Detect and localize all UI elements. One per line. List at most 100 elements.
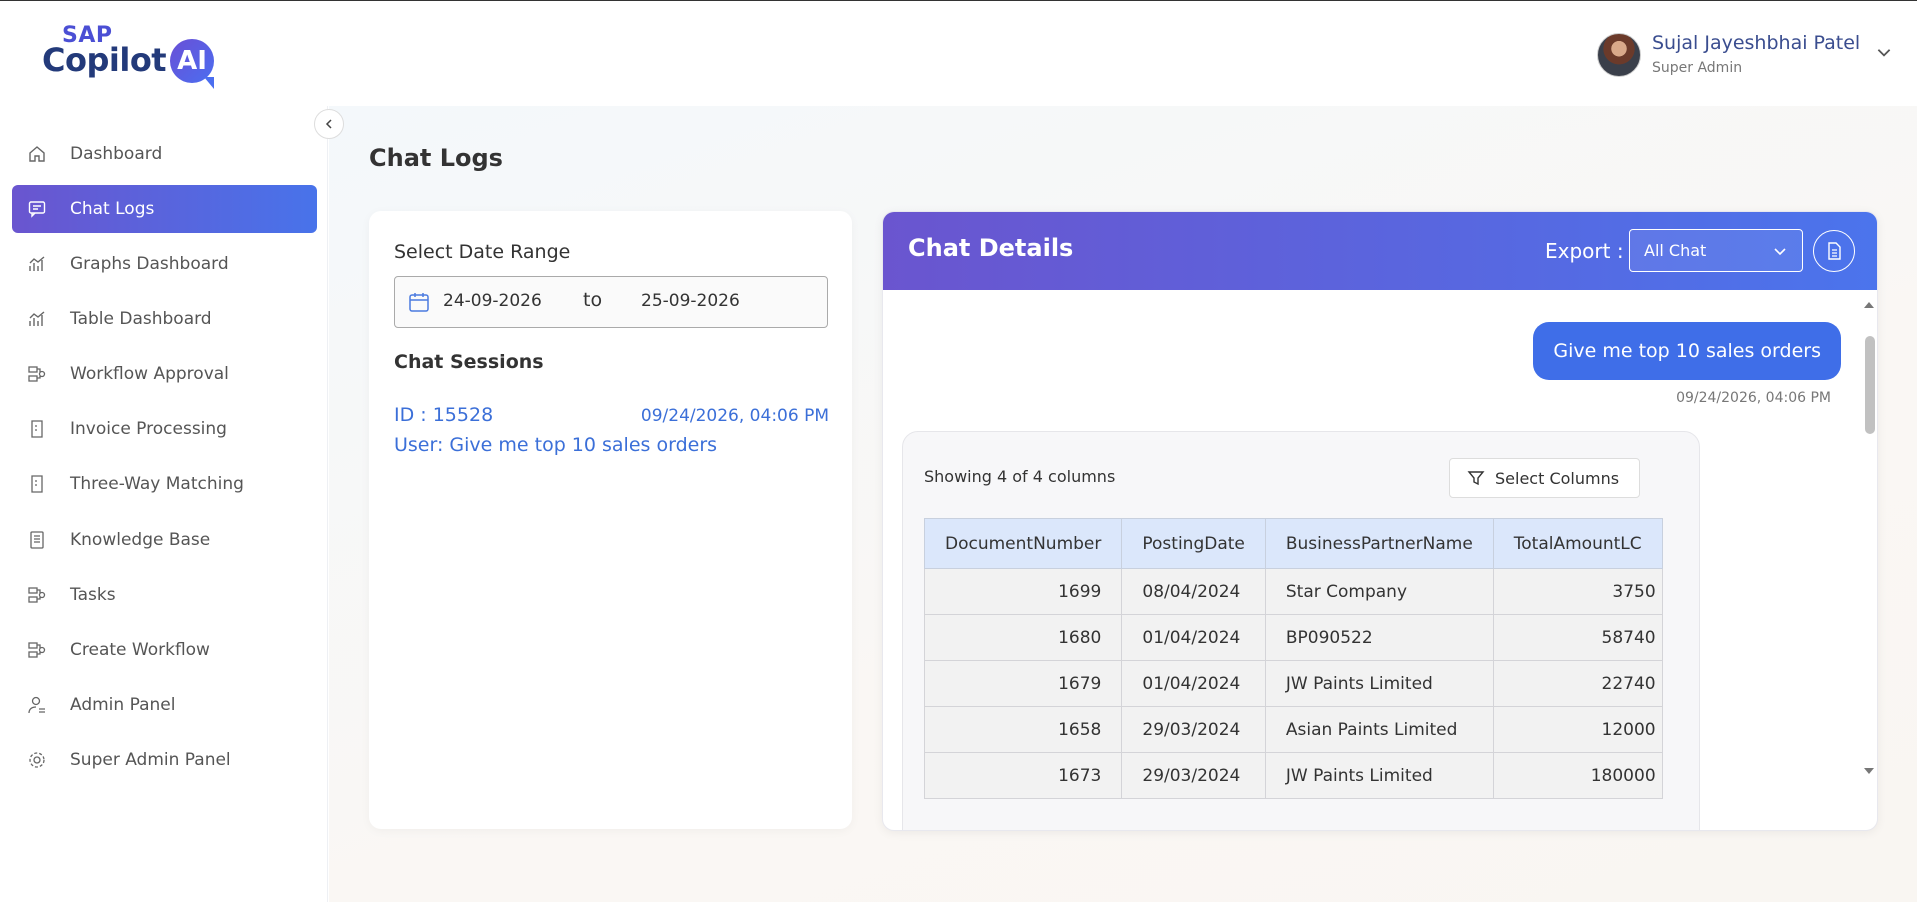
user-role: Super Admin [1652, 60, 1743, 76]
table-cell: 58740 [1492, 614, 1663, 661]
sidebar-item-label: Graphs Dashboard [70, 254, 229, 274]
sidebar-collapse-button[interactable] [314, 109, 344, 139]
chat-icon [26, 198, 48, 220]
export-select[interactable]: All Chat [1629, 229, 1803, 272]
table-cell: 3750 [1492, 568, 1663, 615]
table-cell: 01/04/2024 [1121, 614, 1266, 661]
sidebar-item-chat-logs[interactable]: Chat Logs [12, 185, 317, 233]
chart-icon [26, 253, 48, 275]
table-cell: JW Paints Limited [1264, 752, 1494, 799]
avatar[interactable] [1597, 33, 1641, 77]
sidebar-item-workflow-approval[interactable]: Workflow Approval [12, 350, 317, 398]
table-cell: 08/04/2024 [1121, 568, 1266, 615]
gear-icon [26, 749, 48, 771]
sessions-panel: Select Date Range 24-09-2026 to 25-09-20… [369, 211, 852, 829]
calendar-icon [409, 293, 429, 312]
chat-scrollbar[interactable] [1861, 300, 1877, 780]
column-header[interactable]: PostingDate [1121, 518, 1266, 569]
workflow-icon [26, 584, 48, 606]
sidebar-item-label: Super Admin Panel [70, 750, 231, 770]
select-columns-button[interactable]: Select Columns [1449, 458, 1640, 498]
user-gear-icon [26, 694, 48, 716]
table-cell: 1658 [923, 706, 1123, 753]
sidebar-item-super-admin-panel[interactable]: Super Admin Panel [12, 736, 317, 784]
columns-count-text: Showing 4 of 4 columns [924, 467, 1116, 486]
sidebar-item-label: Invoice Processing [70, 419, 227, 439]
result-table: DocumentNumber PostingDate BusinessPartn… [923, 518, 1663, 799]
sidebar-item-create-workflow[interactable]: Create Workflow [12, 626, 317, 674]
top-header: SAP Copilot AI Sujal Jayeshbhai Patel Su… [0, 1, 1917, 106]
main-content: Chat Logs Select Date Range 24-09-2026 t… [329, 106, 1917, 902]
table-cell: 1679 [923, 660, 1123, 707]
table-row: 1680 01/04/2024 BP090522 58740 [923, 614, 1663, 661]
workflow-icon [26, 363, 48, 385]
chat-details-title: Chat Details [908, 234, 1074, 262]
chart-icon [26, 308, 48, 330]
logo-ai-badge: AI [170, 39, 214, 83]
message-timestamp: 09/24/2026, 04:06 PM [1676, 390, 1831, 406]
scroll-down-arrow-icon[interactable] [1863, 766, 1875, 776]
chat-body: Give me top 10 sales orders 09/24/2026, … [883, 290, 1877, 830]
sidebar-item-label: Chat Logs [70, 199, 155, 219]
sidebar-item-table-dashboard[interactable]: Table Dashboard [12, 295, 317, 343]
table-cell: Asian Paints Limited [1264, 706, 1494, 753]
table-cell: 22740 [1492, 660, 1663, 707]
date-to-input[interactable]: 25-09-2026 [641, 291, 740, 311]
date-range-picker[interactable]: 24-09-2026 to 25-09-2026 [394, 276, 828, 328]
sidebar-item-label: Dashboard [70, 144, 163, 164]
table-row: 1699 08/04/2024 Star Company 3750 [923, 568, 1663, 615]
table-cell: 1680 [923, 614, 1123, 661]
table-cell: 12000 [1492, 706, 1663, 753]
chevron-left-icon [325, 119, 332, 129]
table-row: 1658 29/03/2024 Asian Paints Limited 120… [923, 706, 1663, 753]
date-range-label: Select Date Range [394, 241, 571, 263]
app-logo[interactable]: SAP Copilot AI [42, 23, 217, 89]
table-cell: 1699 [923, 568, 1123, 615]
sidebar-item-admin-panel[interactable]: Admin Panel [12, 681, 317, 729]
table-cell: 180000 [1492, 752, 1663, 799]
sidebar-item-graphs-dashboard[interactable]: Graphs Dashboard [12, 240, 317, 288]
scroll-thumb[interactable] [1865, 336, 1875, 434]
sidebar-item-tasks[interactable]: Tasks [12, 571, 317, 619]
sidebar-item-three-way-matching[interactable]: Three-Way Matching [12, 460, 317, 508]
chevron-down-icon[interactable] [1875, 43, 1893, 61]
sidebar-item-invoice-processing[interactable]: Invoice Processing [12, 405, 317, 453]
scroll-up-arrow-icon[interactable] [1863, 300, 1875, 310]
select-columns-label: Select Columns [1495, 468, 1620, 488]
sidebar-item-label: Create Workflow [70, 640, 210, 660]
sidebar-item-knowledge-base[interactable]: Knowledge Base [12, 516, 317, 564]
chevron-down-icon [1774, 248, 1786, 256]
session-user-message[interactable]: User: Give me top 10 sales orders [394, 434, 717, 456]
sidebar-item-label: Knowledge Base [70, 530, 211, 550]
sidebar-item-dashboard[interactable]: Dashboard [12, 130, 317, 178]
table-cell: 29/03/2024 [1121, 752, 1266, 799]
chat-details-panel: Chat Details Export : All Chat Give me t… [882, 211, 1878, 831]
table-cell: Star Company [1264, 568, 1494, 615]
invoice-icon [26, 418, 48, 440]
sidebar-item-label: Admin Panel [70, 695, 176, 715]
sidebar-item-label: Tasks [70, 585, 116, 605]
user-menu[interactable]: Sujal Jayeshbhai Patel Super Admin [1597, 29, 1917, 83]
table-cell: 29/03/2024 [1121, 706, 1266, 753]
filter-icon [1467, 471, 1485, 486]
home-icon [26, 143, 48, 165]
logo-copilot-text: Copilot [42, 41, 167, 79]
column-header[interactable]: TotalAmountLC [1492, 518, 1663, 569]
result-table-card: Showing 4 of 4 columns Select Columns Do… [902, 431, 1700, 830]
export-document-button[interactable] [1813, 230, 1855, 272]
page-title: Chat Logs [369, 144, 503, 172]
column-header[interactable]: BusinessPartnerName [1264, 518, 1494, 569]
session-id[interactable]: ID : 15528 [394, 404, 493, 426]
sidebar-item-label: Table Dashboard [70, 309, 212, 329]
column-header[interactable]: DocumentNumber [923, 518, 1123, 569]
table-row: 1673 29/03/2024 JW Paints Limited 180000 [923, 752, 1663, 799]
sidebar-item-label: Workflow Approval [70, 364, 229, 384]
invoice-icon [26, 473, 48, 495]
session-time: 09/24/2026, 04:06 PM [640, 406, 829, 426]
table-cell: 01/04/2024 [1121, 660, 1266, 707]
export-label: Export : [1545, 239, 1624, 263]
sidebar-item-label: Three-Way Matching [70, 474, 244, 494]
table-cell: JW Paints Limited [1264, 660, 1494, 707]
date-from-input[interactable]: 24-09-2026 [443, 291, 542, 311]
chat-details-header: Chat Details Export : All Chat [883, 212, 1877, 290]
